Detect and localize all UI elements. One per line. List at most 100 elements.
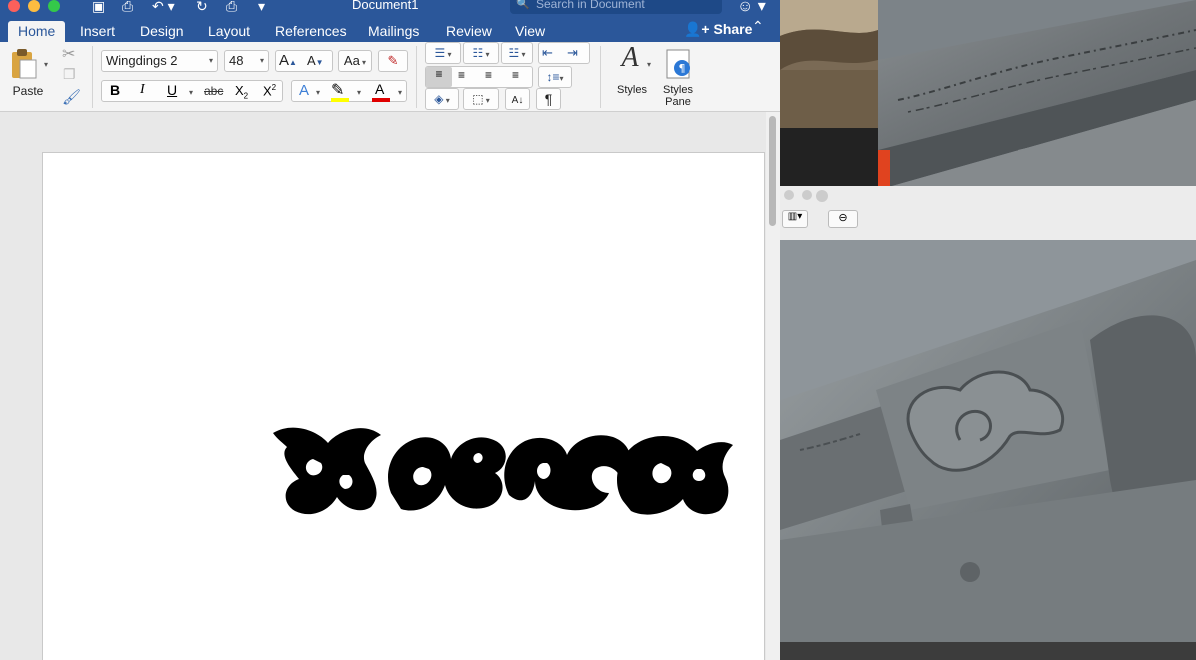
redo-icon[interactable]: ↻ [196, 0, 208, 15]
multilevel-list-button[interactable]: ☳ ▾ [501, 42, 533, 64]
minimize-window-button[interactable] [28, 0, 40, 12]
revolver-photo-bottom [780, 240, 1196, 642]
share-label: Share [713, 21, 753, 37]
feedback-smiley-icon[interactable]: ☺ ▾ [737, 0, 766, 16]
font-name-value: Wingdings 2 [106, 53, 178, 68]
preview-toolbar: ▥▾ ⊖ [780, 186, 1196, 240]
align-left-button[interactable]: ≡ [426, 67, 452, 87]
grow-font-button[interactable]: A▲ [279, 51, 297, 73]
paste-label: Paste [12, 84, 44, 98]
increase-indent-button[interactable]: ⇥ [567, 43, 578, 63]
format-painter-icon[interactable]: 🖌 [62, 88, 81, 106]
close-window-button[interactable] [8, 0, 20, 12]
bold-button[interactable]: B [110, 82, 120, 98]
print-icon[interactable]: ⎙ [226, 0, 237, 15]
sidebar-toggle-icon[interactable]: ▣ [92, 0, 105, 15]
svg-text:¶: ¶ [679, 62, 686, 75]
document-page[interactable] [42, 152, 765, 660]
superscript-button[interactable]: X2 [263, 83, 276, 98]
sort-button[interactable]: A↓ [505, 88, 530, 110]
scrollbar-thumb[interactable] [769, 116, 776, 226]
strikethrough-button[interactable]: abc [204, 84, 223, 98]
chevron-down-icon: ▾ [208, 56, 213, 65]
revolver-frame-image [780, 240, 1196, 642]
document-canvas [0, 112, 780, 660]
photo-fragment-image [780, 0, 878, 128]
italic-button[interactable]: I [140, 82, 145, 98]
font-name-select[interactable]: Wingdings 2 ▾ [101, 50, 218, 72]
word-window: ▣ ⎙ ↶ ▾ ↻ ⎙ ▾ Document1 🔍 Search in Docu… [0, 0, 780, 660]
paste-dropdown-icon[interactable]: ▾ [44, 60, 48, 69]
tab-layout[interactable]: Layout [198, 21, 260, 42]
sidebar-view-button[interactable]: ▥▾ [782, 210, 808, 228]
ribbon-separator [600, 46, 601, 108]
underline-button[interactable]: U [167, 82, 177, 98]
paste-button[interactable] [6, 46, 40, 80]
vertical-scrollbar[interactable] [766, 112, 780, 660]
clear-formatting-button[interactable]: ✎ [378, 50, 408, 72]
search-input[interactable]: 🔍 Search in Document [510, 0, 722, 14]
styles-pane-button[interactable]: ¶ [663, 48, 693, 84]
share-button[interactable]: 👤+ Share [684, 21, 752, 38]
shading-button[interactable]: ◈ ▾ [425, 88, 459, 110]
photo-dark-band [780, 128, 878, 186]
home-ribbon: Paste ▾ ✂ ❐ 🖌 Wingdings 2 ▾ 48 ▾ A▲ A▼ A… [0, 42, 780, 112]
ribbon-tab-bar: Home Insert Design Layout References Mai… [0, 18, 780, 42]
window-dot[interactable] [784, 190, 794, 200]
paste-icon [12, 49, 37, 79]
font-size-select[interactable]: 48 ▾ [224, 50, 269, 72]
tab-home[interactable]: Home [8, 21, 66, 42]
save-icon[interactable]: ⎙ [122, 0, 133, 15]
font-color-swatch [372, 98, 390, 102]
bullets-button[interactable]: ☰ ▾ [425, 42, 461, 64]
chevron-down-icon: ▾ [259, 56, 264, 65]
styles-button[interactable]: A [612, 44, 648, 84]
font-color-button[interactable]: A [375, 81, 384, 97]
tab-view[interactable]: View [505, 21, 555, 42]
tab-mailings[interactable]: Mailings [358, 21, 429, 42]
window-title: Document1 [352, 0, 419, 12]
line-spacing-button[interactable]: ↕≡▾ [538, 66, 572, 88]
styles-pane-label-1: Styles [663, 84, 693, 96]
background-photo-fragment [780, 0, 878, 128]
undo-icon[interactable]: ↶ ▾ [152, 0, 175, 15]
show-formatting-button[interactable]: ¶ [536, 88, 561, 110]
copy-icon[interactable]: ❐ [63, 66, 76, 83]
cut-icon[interactable]: ✂ [62, 44, 75, 64]
tab-design[interactable]: Design [130, 21, 194, 42]
eraser-icon: ✎ [387, 53, 399, 68]
collapse-ribbon-icon[interactable]: ⌃ [752, 18, 764, 35]
underline-dropdown-icon[interactable]: ▾ [189, 88, 193, 97]
numbering-button[interactable]: ☷ ▾ [463, 42, 499, 64]
chevron-down-icon[interactable]: ▾ [647, 60, 651, 69]
chevron-down-icon[interactable]: ▾ [316, 88, 320, 97]
highlight-button[interactable]: ✎ [331, 80, 344, 100]
tab-references[interactable]: References [265, 21, 357, 42]
tab-review[interactable]: Review [436, 21, 502, 42]
add-person-icon: 👤+ [684, 21, 710, 37]
customize-toolbar-icon[interactable]: ▾ [258, 0, 265, 15]
shrink-font-button[interactable]: A▼ [307, 51, 324, 73]
decrease-indent-button[interactable]: ⇤ [542, 43, 553, 63]
change-case-button[interactable]: Aa ▾ [338, 50, 372, 72]
borders-button[interactable]: ⬚ ▾ [463, 88, 499, 110]
window-dot[interactable] [802, 190, 812, 200]
align-right-button[interactable]: ≡ [485, 68, 492, 82]
font-size-value: 48 [229, 53, 244, 68]
zoom-out-button[interactable]: ⊖ [828, 210, 858, 228]
justify-button[interactable]: ≡ [512, 68, 519, 82]
align-center-button[interactable]: ≡ [458, 68, 465, 82]
subscript-button[interactable]: X2 [235, 83, 248, 101]
zoom-window-button[interactable] [48, 0, 60, 12]
chevron-down-icon[interactable]: ▾ [357, 88, 361, 97]
window-dot[interactable] [816, 190, 828, 202]
styles-label: Styles [617, 84, 647, 96]
tab-insert[interactable]: Insert [70, 21, 125, 42]
text-effects-button[interactable]: A [299, 82, 309, 99]
indent-group: ⇤ ⇥ [538, 42, 590, 64]
chevron-down-icon[interactable]: ▾ [398, 88, 402, 97]
wingdings-ornament-text[interactable] [273, 423, 733, 523]
styles-pane-label-2: Pane [665, 96, 691, 108]
highlight-color-swatch [331, 98, 349, 102]
ribbon-separator [416, 46, 417, 108]
